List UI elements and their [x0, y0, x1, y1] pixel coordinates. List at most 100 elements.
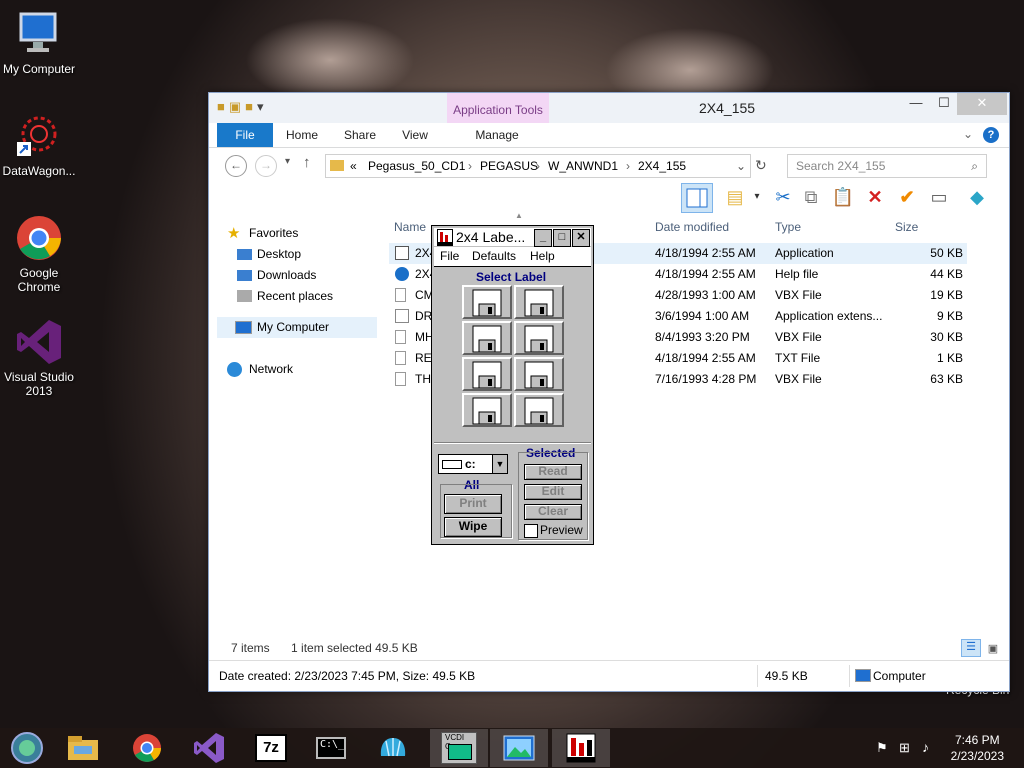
action-center-flag-icon[interactable]: ⚑ [876, 740, 888, 756]
start-button[interactable] [0, 729, 54, 767]
maximize-button[interactable]: ☐ [929, 93, 959, 115]
desktop-icon-my-computer[interactable]: My Computer [0, 10, 78, 76]
drive-select[interactable]: c: ▼ [438, 454, 508, 474]
taskbar-vcd-app[interactable]: VCDI Co [430, 729, 488, 767]
nav-network[interactable]: Network [217, 359, 377, 380]
tab-view[interactable]: View [397, 123, 433, 147]
chevron-down-icon[interactable]: ▾ [257, 99, 268, 114]
help-icon[interactable]: ? [983, 127, 999, 143]
label-slot-button[interactable] [462, 321, 512, 355]
forward-button[interactable]: → [255, 155, 277, 177]
folder-options-icon[interactable]: ▤ [723, 185, 747, 209]
menu-defaults[interactable]: Defaults [472, 247, 516, 266]
minimize-button[interactable]: _ [534, 229, 552, 247]
cut-icon[interactable]: ✂ [771, 185, 795, 209]
print-button[interactable]: Print [444, 494, 502, 514]
column-header-type[interactable]: Type [775, 220, 801, 234]
desktop-icon-chrome[interactable]: Google Chrome [0, 214, 78, 294]
nav-my-computer[interactable]: My Computer [217, 317, 377, 338]
delete-icon[interactable]: ✕ [863, 185, 887, 209]
tab-home[interactable]: Home [281, 123, 323, 147]
desktop-icon [237, 249, 252, 260]
label-slot-button[interactable] [514, 357, 564, 391]
preview-checkbox[interactable] [524, 524, 538, 538]
file-date: 7/16/1993 4:28 PM [655, 372, 757, 386]
column-header-size[interactable]: Size [895, 220, 918, 234]
taskbar-image-viewer[interactable] [490, 729, 548, 767]
chevron-down-icon[interactable]: ▾ [745, 185, 769, 209]
up-button[interactable]: ↑ [303, 154, 311, 171]
address-history-chevron-icon[interactable]: ⌄ [736, 155, 746, 177]
breadcrumb-pegasus-cd1[interactable]: Pegasus_50_CD1 [368, 155, 465, 177]
label-slot-button[interactable] [514, 393, 564, 427]
menu-help[interactable]: Help [530, 247, 555, 266]
back-button[interactable]: ← [225, 155, 247, 177]
paste-icon[interactable]: 📋 [831, 185, 855, 209]
large-icons-view-icon[interactable]: ▣ [985, 641, 1001, 657]
preview-pane-icon[interactable] [681, 183, 713, 213]
computer-icon [855, 669, 871, 682]
network-tray-icon[interactable]: ⊞ [899, 740, 910, 756]
address-bar[interactable]: « Pegasus_50_CD1 › PEGASUS › W_ANWND1 › … [325, 154, 751, 178]
edit-button[interactable]: Edit [524, 484, 582, 500]
app-icon[interactable] [437, 229, 453, 246]
details-view-icon[interactable]: ☰ [961, 639, 981, 657]
recent-locations-chevron-icon[interactable]: ▾ [285, 156, 290, 167]
taskbar-2x4-label[interactable] [552, 729, 610, 767]
tab-share[interactable]: Share [339, 123, 381, 147]
desktop-icon-visual-studio[interactable]: Visual Studio 2013 [0, 318, 78, 398]
system-clock[interactable]: 7:46 PM 2/23/2023 [951, 732, 1004, 764]
taskbar-chrome[interactable] [118, 729, 176, 767]
minimize-button[interactable]: — [901, 93, 931, 115]
tab-file[interactable]: File [217, 123, 273, 147]
details-size: 49.5 KB [765, 669, 808, 683]
taskbar-command-prompt[interactable]: C:\_ [302, 729, 360, 767]
label-slot-button[interactable] [514, 321, 564, 355]
read-button[interactable]: Read [524, 464, 582, 480]
taskbar-shell-app[interactable] [364, 729, 422, 767]
new-folder-icon[interactable]: ■ [245, 99, 257, 114]
vcd-icon: VCDI Co [441, 732, 477, 764]
chevron-down-icon[interactable]: ▼ [492, 455, 507, 473]
nav-favorites[interactable]: ★ Favorites [217, 223, 377, 244]
column-header-name[interactable]: Name [394, 220, 426, 234]
breadcrumb-pegasus[interactable]: PEGASUS [480, 155, 538, 177]
search-placeholder: Search 2X4_155 [796, 159, 886, 173]
checkmark-icon[interactable]: ✔ [895, 185, 919, 209]
search-input[interactable]: Search 2X4_155 ⌕ [787, 154, 987, 178]
menu-file[interactable]: File [440, 247, 459, 266]
column-header-date[interactable]: Date modified [655, 220, 729, 234]
refresh-icon[interactable]: ↻ [755, 157, 767, 174]
taskbar-file-explorer[interactable] [54, 729, 112, 767]
rename-icon[interactable]: ▭ [927, 185, 951, 209]
label-slot-button[interactable] [462, 285, 512, 319]
nav-recent-places[interactable]: Recent places [217, 286, 377, 307]
volume-icon[interactable]: ♪ [922, 739, 929, 755]
label-slot-button[interactable] [514, 285, 564, 319]
shell-icon[interactable]: ◆ [965, 185, 989, 209]
label-slot-button[interactable] [462, 357, 512, 391]
quick-access-toolbar[interactable]: ■▣■▾ [217, 99, 268, 115]
desktop-icon-datawagon[interactable]: DataWagon... [0, 112, 78, 178]
breadcrumb-current[interactable]: 2X4_155 [638, 155, 686, 177]
ribbon-expand-icon[interactable]: ⌄ [963, 127, 973, 141]
dialog-title-bar[interactable]: 2x4 Labe... _ □ ✕ [434, 228, 591, 247]
tab-manage[interactable]: Manage [471, 123, 523, 147]
title-bar[interactable]: ■▣■▾ Application Tools 2X4_155 — ☐ ✕ [209, 93, 1009, 123]
clear-button[interactable]: Clear [524, 504, 582, 520]
desktop-icon-label: My Computer [2, 62, 76, 76]
nav-desktop[interactable]: Desktop [217, 244, 377, 265]
close-button[interactable]: ✕ [957, 93, 1007, 115]
breadcrumb-w-anwnd1[interactable]: W_ANWND1 [548, 155, 618, 177]
close-button[interactable]: ✕ [572, 229, 590, 247]
breadcrumb-overflow[interactable]: « [350, 155, 357, 177]
copy-icon[interactable]: ⧉ [799, 185, 823, 209]
maximize-button[interactable]: □ [553, 229, 571, 247]
label-slot-button[interactable] [462, 393, 512, 427]
properties-icon[interactable]: ▣ [229, 99, 245, 114]
taskbar-visual-studio[interactable] [180, 729, 238, 767]
wipe-button[interactable]: Wipe [444, 517, 502, 537]
nav-downloads[interactable]: Downloads [217, 265, 377, 286]
status-bar: 7 items 1 item selected 49.5 KB [231, 641, 418, 655]
taskbar-7zip[interactable]: 7z [242, 729, 300, 767]
